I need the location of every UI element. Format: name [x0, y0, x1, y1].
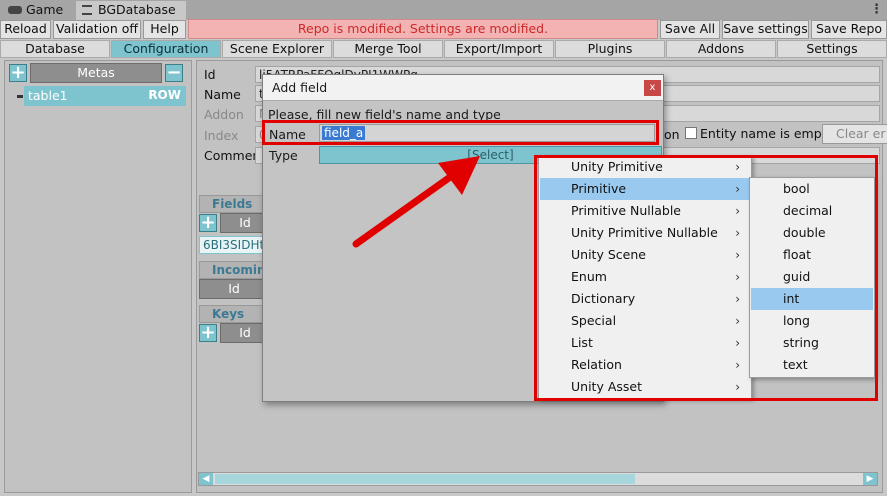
tab-export-import[interactable]: Export/Import	[444, 40, 554, 58]
add-key-button[interactable]: +	[199, 324, 217, 342]
close-icon[interactable]: x	[644, 80, 661, 96]
dialog-title: Add field	[272, 80, 328, 95]
add-field-button[interactable]: +	[199, 214, 217, 232]
help-button[interactable]: Help	[143, 20, 186, 39]
id-label: Id	[204, 67, 216, 82]
editor-tab-strip: Game BGDatabase ⋮	[0, 0, 887, 20]
menu-highlight-box	[534, 155, 878, 401]
tab-scene-explorer[interactable]: Scene Explorer	[222, 40, 332, 58]
horizontal-scrollbar[interactable]: ◀ ▶	[198, 472, 878, 486]
metas-panel	[4, 60, 192, 493]
tab-settings[interactable]: Settings	[777, 40, 887, 58]
table-type: ROW	[148, 88, 181, 102]
tab-addons[interactable]: Addons	[666, 40, 776, 58]
save-all-button[interactable]: Save All	[660, 20, 720, 39]
tab-merge-tool[interactable]: Merge Tool	[333, 40, 443, 58]
validation-button[interactable]: Validation off	[53, 20, 141, 39]
entity-option-label: on	[664, 127, 680, 142]
reload-button[interactable]: Reload	[0, 20, 51, 39]
incoming-section-header: Incoming	[199, 261, 274, 279]
dialog-titlebar: Add field x	[263, 75, 663, 101]
name-label: Name	[204, 87, 241, 102]
add-meta-button[interactable]: +	[9, 64, 27, 82]
gamepad-icon	[8, 6, 22, 14]
tree-node-icon	[17, 95, 23, 98]
scroll-left-icon[interactable]: ◀	[199, 473, 213, 485]
index-label: Index	[204, 128, 239, 143]
scrollbar-thumb[interactable]	[215, 474, 635, 484]
entity-empty-label: Entity name is empty	[700, 126, 834, 141]
keys-section-header: Keys	[199, 305, 269, 323]
name-highlight-box	[262, 120, 659, 145]
clear-button[interactable]: Clear er	[822, 124, 887, 144]
tab-plugins[interactable]: Plugins	[555, 40, 665, 58]
save-repo-button[interactable]: Save Repo	[811, 20, 887, 39]
addon-label: Addon	[204, 107, 244, 122]
incoming-id-column: Id	[199, 279, 269, 299]
metas-header: Metas	[30, 63, 162, 83]
scroll-right-icon[interactable]: ▶	[863, 473, 877, 485]
editor-tab-game[interactable]: Game	[4, 1, 74, 20]
dialog-type-label: Type	[269, 148, 298, 163]
more-options-icon[interactable]: ⋮	[870, 2, 883, 17]
status-banner: Repo is modified. Settings are modified.	[188, 19, 658, 39]
fields-section-header: Fields	[199, 195, 269, 213]
pointer-arrow-icon	[352, 156, 480, 248]
tab-database[interactable]: Database	[0, 40, 110, 58]
database-icon	[82, 5, 92, 15]
tab-configuration[interactable]: Configuration	[111, 40, 221, 58]
entity-empty-checkbox[interactable]	[685, 127, 697, 139]
editor-tab-label: BGDatabase	[98, 2, 176, 17]
remove-meta-button[interactable]: −	[165, 64, 183, 82]
field-row-id[interactable]: 6BI3SIDHt	[199, 236, 269, 254]
save-settings-button[interactable]: Save settings	[722, 20, 809, 39]
editor-tab-bgdatabase[interactable]: BGDatabase	[76, 1, 186, 20]
editor-tab-label: Game	[26, 2, 64, 17]
table-name: table1	[28, 88, 68, 103]
table-row[interactable]: table1 ROW	[24, 86, 186, 106]
